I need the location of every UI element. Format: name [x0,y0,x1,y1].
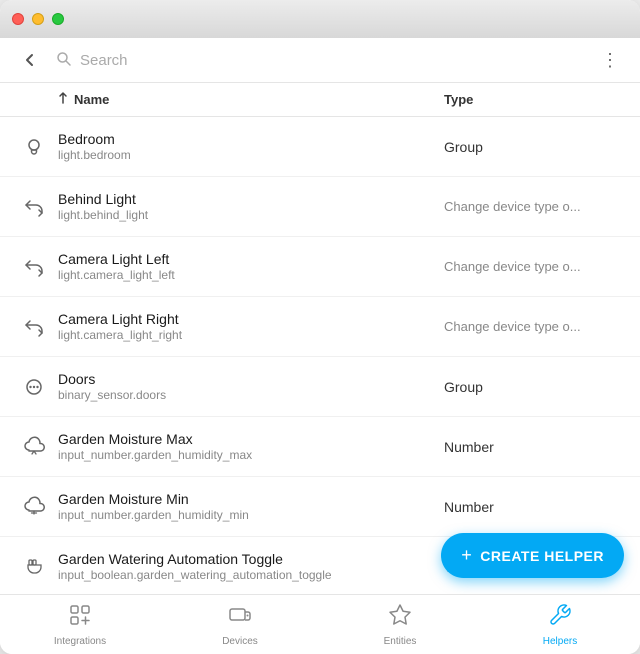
row-entity-garden-moisture-min: input_number.garden_humidity_min [58,508,444,522]
row-icon-faucet [16,549,52,585]
row-info-garden-watering: Garden Watering Automation Toggle input_… [58,551,444,582]
row-info-garden-moisture-min: Garden Moisture Min input_number.garden_… [58,491,444,522]
row-entity-camera-light-right: light.camera_light_right [58,328,444,342]
helpers-label: Helpers [543,636,577,647]
list-item-garden-moisture-max[interactable]: Garden Moisture Max input_number.garden_… [0,417,640,477]
entity-list: Bedroom light.bedroom Group Behind Light… [0,117,640,594]
nav-item-entities[interactable]: Entities [320,595,480,654]
entities-icon [388,603,412,633]
row-icon-cloud [16,429,52,465]
row-info-doors: Doors binary_sensor.doors [58,371,444,402]
plus-icon: + [461,545,472,566]
list-item-camera-light-right[interactable]: Camera Light Right light.camera_light_ri… [0,297,640,357]
list-item-bedroom[interactable]: Bedroom light.bedroom Group [0,117,640,177]
search-icon [56,51,72,70]
row-icon-arrows [16,189,52,225]
row-name-behind-light: Behind Light [58,191,444,207]
row-entity-doors: binary_sensor.doors [58,388,444,402]
title-bar [0,0,640,38]
row-entity-behind-light: light.behind_light [58,208,444,222]
name-column-header: Name [56,91,444,108]
row-name-garden-moisture-max: Garden Moisture Max [58,431,444,447]
more-options-button[interactable]: ⋮ [596,46,624,74]
row-type-garden-moisture-max: Number [444,439,624,455]
bottom-navigation: Integrations Devices Entities [0,594,640,654]
row-entity-garden-watering: input_boolean.garden_watering_automation… [58,568,444,582]
table-header: Name Type [0,83,640,117]
list-item-camera-light-left[interactable]: Camera Light Left light.camera_light_lef… [0,237,640,297]
back-button[interactable] [16,46,44,74]
close-button[interactable] [12,13,24,25]
search-input[interactable] [80,52,584,69]
row-info-garden-moisture-max: Garden Moisture Max input_number.garden_… [58,431,444,462]
maximize-button[interactable] [52,13,64,25]
nav-item-devices[interactable]: Devices [160,595,320,654]
row-type-doors: Group [444,379,624,395]
row-icon-arrows [16,309,52,345]
row-info-behind-light: Behind Light light.behind_light [58,191,444,222]
row-name-bedroom: Bedroom [58,131,444,147]
row-icon-cloud-alt [16,489,52,525]
create-helper-label: CREATE HELPER [480,548,604,564]
row-type-garden-moisture-min: Number [444,499,624,515]
search-box [56,51,584,70]
list-item-garden-moisture-min[interactable]: Garden Moisture Min input_number.garden_… [0,477,640,537]
row-type-camera-light-left: Change device type o... [444,259,624,274]
row-icon-dots [16,369,52,405]
row-info-camera-light-left: Camera Light Left light.camera_light_lef… [58,251,444,282]
content-area: Name Type Bedroom light.bedroom Group [0,83,640,594]
row-type-camera-light-right: Change device type o... [444,319,624,334]
row-icon-bulb [16,129,52,165]
row-info-bedroom: Bedroom light.bedroom [58,131,444,162]
row-name-doors: Doors [58,371,444,387]
minimize-button[interactable] [32,13,44,25]
top-bar: ⋮ [0,38,640,83]
nav-item-helpers[interactable]: Helpers [480,595,640,654]
list-item-behind-light[interactable]: Behind Light light.behind_light Change d… [0,177,640,237]
row-name-camera-light-right: Camera Light Right [58,311,444,327]
row-entity-bedroom: light.bedroom [58,148,444,162]
integrations-icon [68,603,92,633]
row-name-garden-watering: Garden Watering Automation Toggle [58,551,444,567]
row-name-garden-moisture-min: Garden Moisture Min [58,491,444,507]
devices-label: Devices [222,636,258,647]
devices-icon [228,603,252,633]
helpers-icon [548,603,572,633]
app-window: ⋮ Name Type Bedroom [0,0,640,654]
sort-icon [56,91,70,108]
row-info-camera-light-right: Camera Light Right light.camera_light_ri… [58,311,444,342]
integrations-label: Integrations [54,636,106,647]
row-entity-camera-light-left: light.camera_light_left [58,268,444,282]
row-icon-arrows [16,249,52,285]
entities-label: Entities [384,636,417,647]
create-helper-button[interactable]: + CREATE HELPER [441,533,624,578]
type-column-header: Type [444,92,624,107]
nav-item-integrations[interactable]: Integrations [0,595,160,654]
list-item-doors[interactable]: Doors binary_sensor.doors Group [0,357,640,417]
row-type-behind-light: Change device type o... [444,199,624,214]
row-name-camera-light-left: Camera Light Left [58,251,444,267]
row-type-bedroom: Group [444,139,624,155]
row-entity-garden-moisture-max: input_number.garden_humidity_max [58,448,444,462]
